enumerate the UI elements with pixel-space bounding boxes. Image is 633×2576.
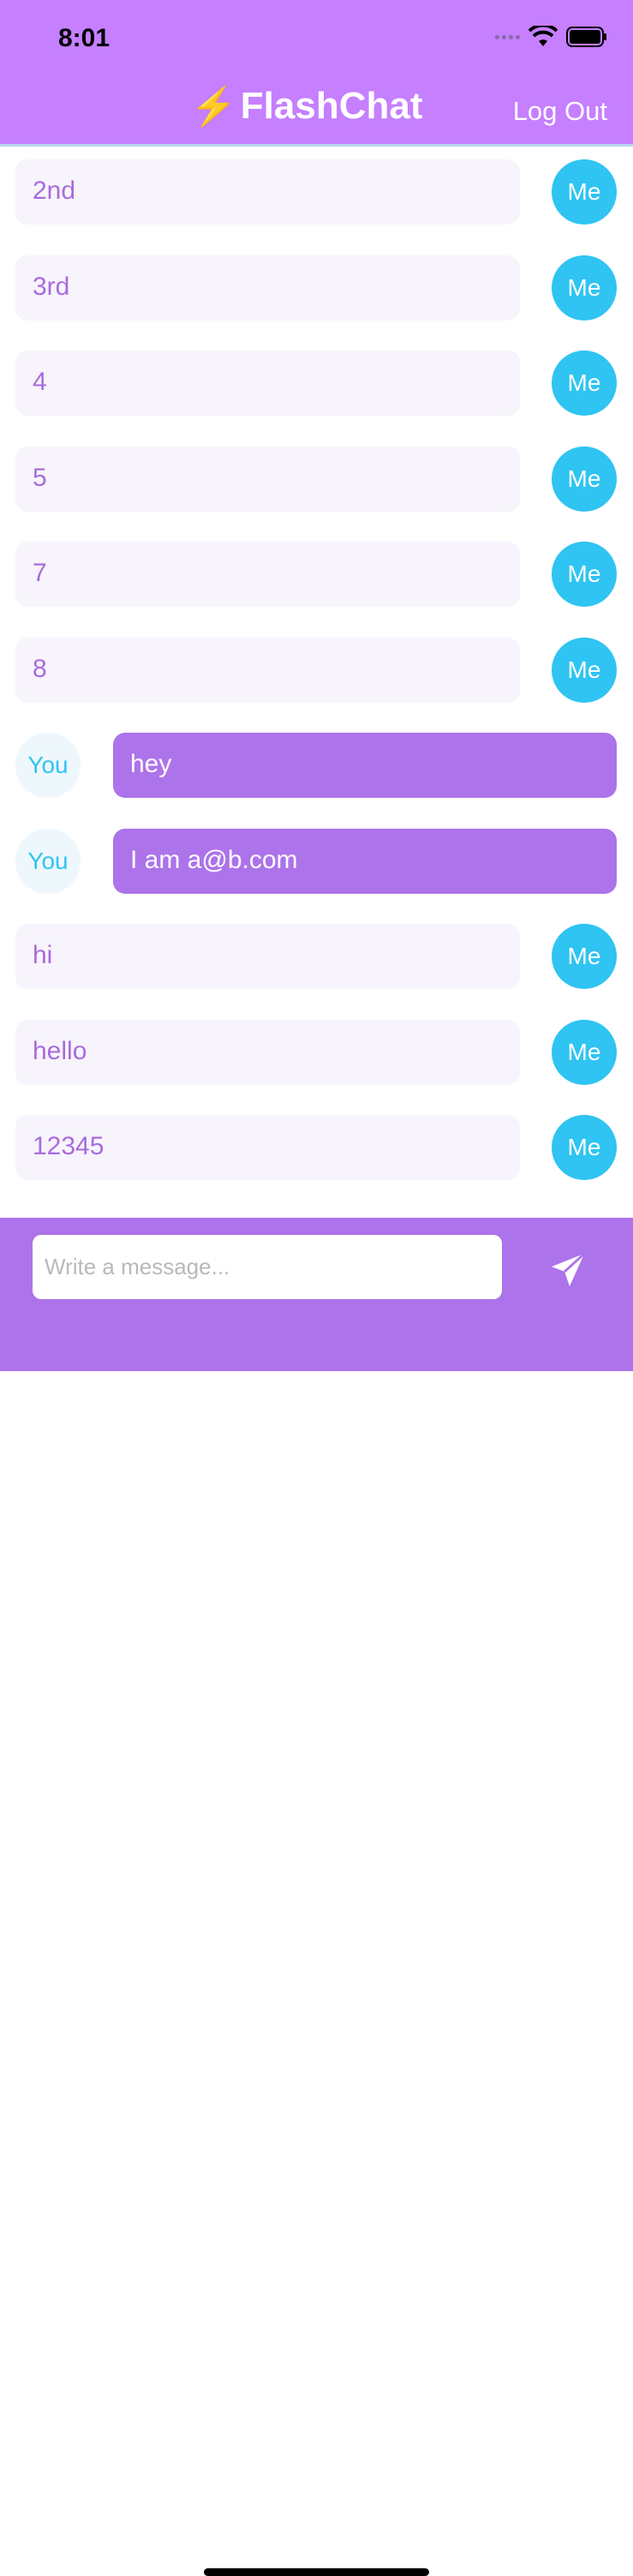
message-text: 7 xyxy=(33,559,47,587)
message-text: 5 xyxy=(33,463,47,492)
message-text: hey xyxy=(130,750,172,778)
message-bubble: I am a@b.com xyxy=(113,828,617,894)
message-text: 4 xyxy=(33,368,47,396)
avatar: Me xyxy=(552,446,617,512)
avatar: You xyxy=(15,733,81,798)
avatar: Me xyxy=(552,637,617,703)
message-row: hello Me xyxy=(0,1019,633,1085)
message-row: hi Me xyxy=(0,924,633,989)
message-row: 3rd Me xyxy=(0,255,633,321)
message-row: You hey xyxy=(0,733,633,798)
status-time: 8:01 xyxy=(58,24,110,52)
avatar: Me xyxy=(552,159,617,225)
message-row: 2nd Me xyxy=(0,159,633,225)
avatar: You xyxy=(15,828,81,894)
cellular-signal-icon xyxy=(495,34,520,39)
message-row: 8 Me xyxy=(0,637,633,703)
wifi-icon xyxy=(528,26,558,46)
message-text: 12345 xyxy=(33,1132,105,1160)
message-bubble: 12345 xyxy=(15,1115,520,1180)
message-row: 4 Me xyxy=(0,350,633,416)
message-row: 7 Me xyxy=(0,542,633,607)
lightning-bolt-icon: ⚡ xyxy=(190,86,237,128)
avatar: Me xyxy=(552,255,617,321)
paper-plane-icon[interactable] xyxy=(548,1250,588,1290)
logout-button[interactable]: Log Out xyxy=(513,96,607,127)
avatar: Me xyxy=(552,1019,617,1085)
message-text: hello xyxy=(33,1036,87,1065)
message-composer xyxy=(0,1218,633,2576)
message-text: hi xyxy=(33,941,53,969)
message-bubble: 4 xyxy=(15,350,520,416)
message-text: 2nd xyxy=(33,177,76,205)
avatar: Me xyxy=(552,542,617,607)
message-row: 5 Me xyxy=(0,446,633,512)
message-bubble: hey xyxy=(113,733,617,798)
message-row: You I am a@b.com xyxy=(0,828,633,894)
message-text: 3rd xyxy=(33,272,70,301)
message-bubble: hi xyxy=(15,924,520,989)
message-bubble: 3rd xyxy=(15,255,520,321)
home-indicator xyxy=(204,2568,429,2576)
avatar: Me xyxy=(552,1115,617,1180)
avatar: Me xyxy=(552,350,617,416)
avatar: Me xyxy=(552,924,617,989)
message-bubble: 5 xyxy=(15,446,520,512)
status-icons xyxy=(495,26,607,48)
battery-icon xyxy=(566,27,606,47)
message-input[interactable] xyxy=(33,1235,502,1299)
message-text: I am a@b.com xyxy=(130,845,298,874)
message-list[interactable]: 2nd Me 3rd Me 4 Me 5 Me 7 Me 8 Me You hey You I am a@b.… xyxy=(0,147,633,1218)
message-bubble: hello xyxy=(15,1019,520,1085)
message-bubble: 8 xyxy=(15,637,520,703)
message-row: 12345 Me xyxy=(0,1115,633,1180)
app-title-text: FlashChat xyxy=(240,85,423,127)
app-header: 8:01 ⚡ FlashChat Log Out xyxy=(0,0,633,146)
app-title: ⚡ FlashChat xyxy=(190,84,423,129)
message-bubble: 7 xyxy=(15,542,520,607)
message-bubble: 2nd xyxy=(15,159,520,225)
message-text: 8 xyxy=(33,654,47,683)
